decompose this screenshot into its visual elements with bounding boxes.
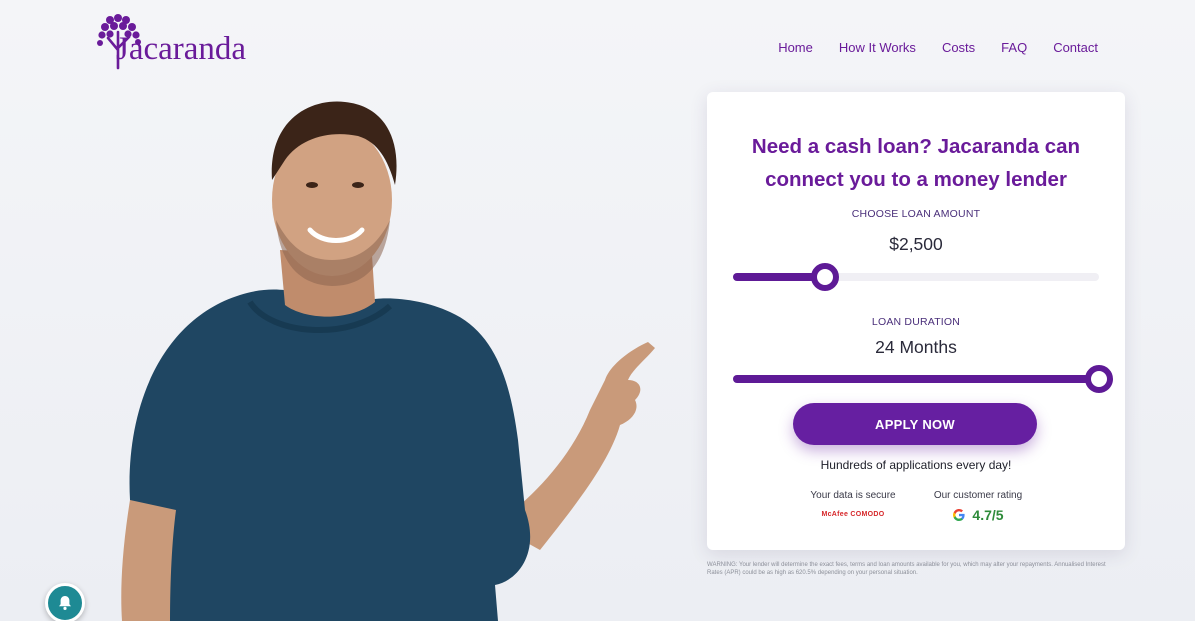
rating-row: 4.7/5 <box>925 507 1031 523</box>
loan-amount-value: $2,500 <box>889 234 943 254</box>
nav-costs[interactable]: Costs <box>942 40 975 55</box>
customer-rating-block: Our customer rating 4.7/5 <box>925 490 1031 523</box>
nav-faq[interactable]: FAQ <box>1001 40 1027 55</box>
security-badges: McAfee COMODO <box>821 511 885 518</box>
loan-duration-slider-thumb[interactable] <box>1085 365 1113 393</box>
nav-home[interactable]: Home <box>778 40 813 55</box>
loan-duration-value: 24 Months <box>875 337 957 357</box>
nav-how-it-works[interactable]: How It Works <box>839 40 916 55</box>
card-title: Need a cash loan? Jacaranda can connect … <box>707 130 1125 196</box>
loan-duration-label: LOAN DURATION <box>871 316 961 328</box>
logo[interactable]: Jacaranda <box>96 14 246 70</box>
main-nav: Home How It Works Costs FAQ Contact <box>752 40 1098 55</box>
loan-duration-slider-fill <box>733 375 1099 383</box>
card-title-line2: connect you to a money lender <box>765 168 1067 191</box>
loan-card: Need a cash loan? Jacaranda can connect … <box>707 92 1125 550</box>
loan-amount-slider-thumb[interactable] <box>811 263 839 291</box>
secure-data-label: Your data is secure <box>810 490 896 501</box>
nav-contact[interactable]: Contact <box>1053 40 1098 55</box>
card-title-line1: Need a cash loan? Jacaranda can <box>751 135 1081 158</box>
customer-rating-label: Our customer rating <box>933 490 1023 501</box>
apply-now-button[interactable]: APPLY NOW <box>793 403 1037 445</box>
google-icon <box>953 509 966 521</box>
notification-bell-button[interactable] <box>45 583 85 621</box>
loan-amount-label: CHOOSE LOAN AMOUNT <box>851 208 981 220</box>
page: Jacaranda Home How It Works Costs FAQ Co… <box>0 0 1195 621</box>
rating-value: 4.7/5 <box>972 507 1004 523</box>
applications-tagline: Hundreds of applications every day! <box>820 458 1012 472</box>
secure-data-block: Your data is secure McAfee COMODO <box>803 490 903 518</box>
brand-name: Jacaranda <box>116 31 247 67</box>
loan-duration-slider[interactable] <box>733 365 1113 393</box>
loan-amount-slider[interactable] <box>733 263 1099 291</box>
hero-man-image <box>121 101 655 621</box>
warning-disclaimer: WARNING: Your lender will determine the … <box>707 562 1106 576</box>
bell-icon <box>59 596 71 610</box>
